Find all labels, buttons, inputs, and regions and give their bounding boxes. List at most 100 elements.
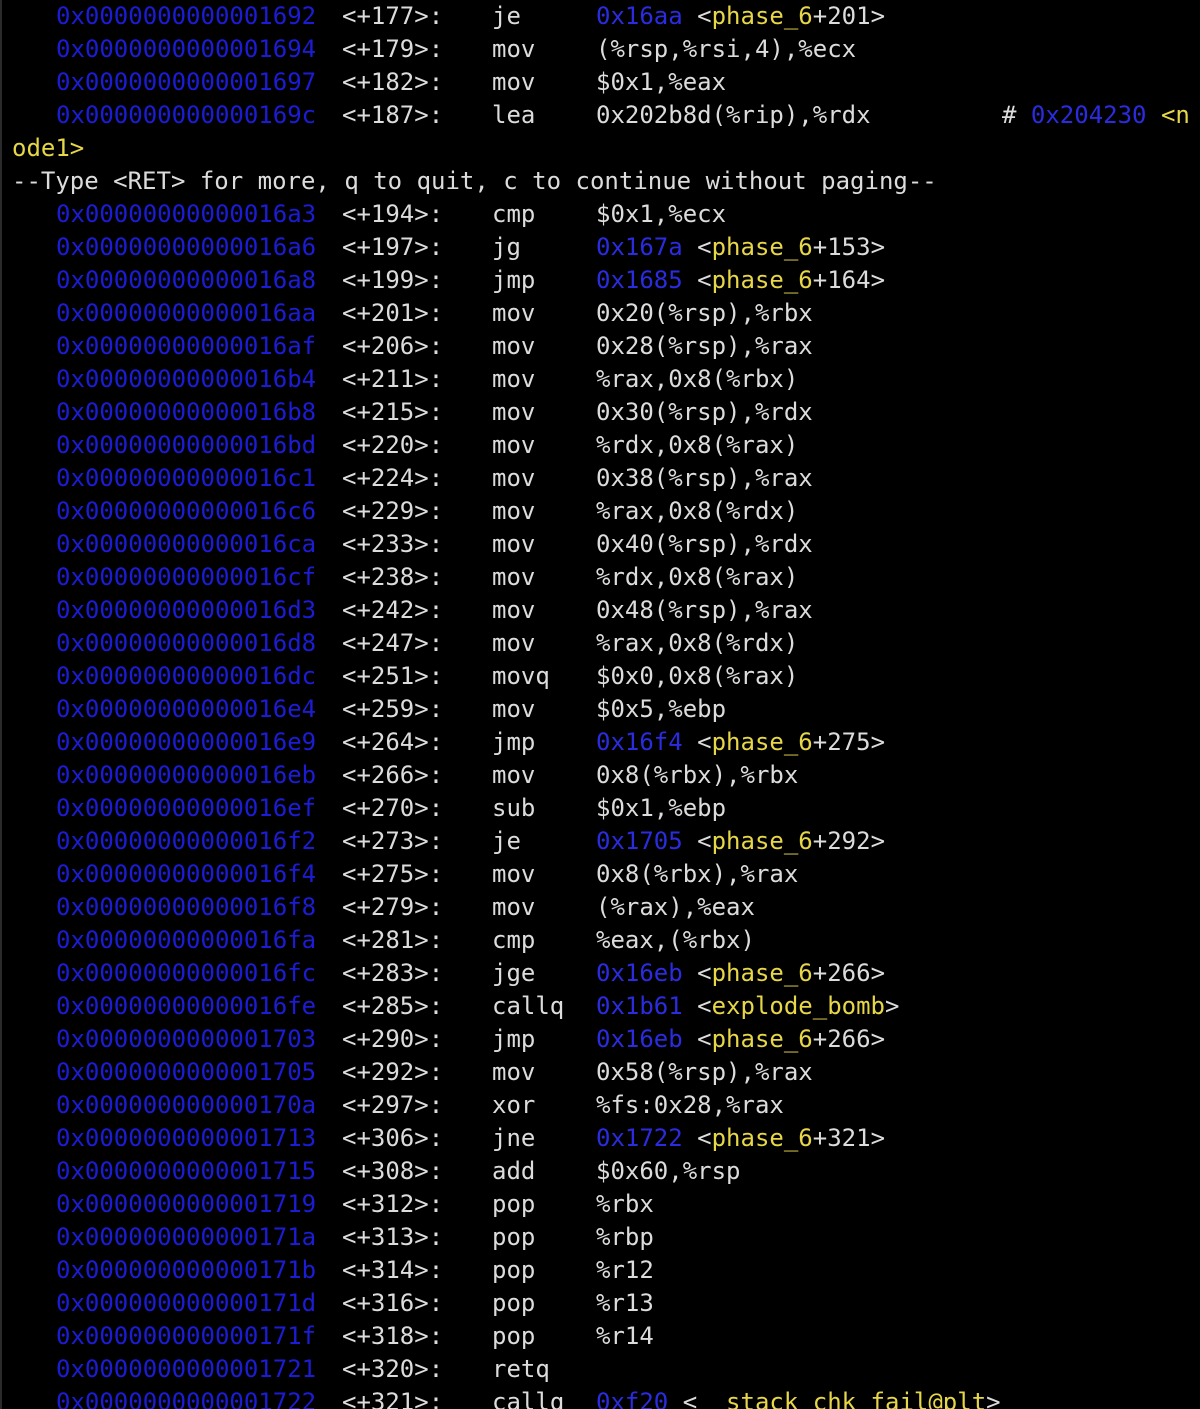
instruction-offset: <+266>: [342,761,444,789]
target-symbol-offset: +292> [812,827,886,855]
instruction-mnemonic: pop [492,1289,536,1317]
instruction-address: 0x000000000000171d [56,1289,317,1317]
instruction-offset: <+251>: [342,662,444,690]
instruction-offset: <+308>: [342,1157,444,1185]
instruction-mnemonic: mov [492,68,536,96]
instruction-address: 0x0000000000001697 [56,68,317,96]
instruction-mnemonic: jmp [492,1025,536,1053]
instruction-mnemonic: mov [492,35,536,63]
instruction-address: 0x00000000000016ca [56,530,317,558]
instruction-offset: <+220>: [342,431,444,459]
instruction-address: 0x00000000000016e4 [56,695,317,723]
target-symbol-offset: +266> [812,959,886,987]
instruction-operands: (%rsp,%rsi,4),%ecx [596,35,857,63]
instruction-mnemonic: mov [492,860,536,888]
instruction-offset: <+211>: [342,365,444,393]
instruction-offset: <+247>: [342,629,444,657]
instruction-offset: <+316>: [342,1289,444,1317]
target-symbol-offset: +275> [812,728,886,756]
instruction-address: 0x00000000000016c1 [56,464,317,492]
instruction-address: 0x00000000000016eb [56,761,317,789]
instruction-address: 0x0000000000001705 [56,1058,317,1086]
instruction-offset: <+321>: [342,1388,444,1409]
instruction-address: 0x0000000000001694 [56,35,317,63]
instruction-operands: %rbp [596,1223,654,1251]
target-symbol: phase_6 [711,959,813,987]
instruction-address: 0x00000000000016b4 [56,365,317,393]
instruction-offset: <+314>: [342,1256,444,1284]
instruction-operands: %rbx [596,1190,654,1218]
instruction-address: 0x00000000000016a8 [56,266,317,294]
instruction-operands: 0x8(%rbx),%rax [596,860,799,888]
instruction-offset: <+201>: [342,299,444,327]
instruction-offset: <+259>: [342,695,444,723]
instruction-operands: %rax,0x8(%rdx) [596,629,799,657]
instruction-address: 0x00000000000016f8 [56,893,317,921]
instruction-address: 0x000000000000169c [56,101,317,129]
target-symbol: phase_6 [711,1124,813,1152]
instruction-mnemonic: jg [492,233,521,261]
instruction-mnemonic: mov [492,464,536,492]
instruction-operands: 0x38(%rsp),%rax [596,464,813,492]
instruction-mnemonic: mov [492,596,536,624]
target-symbol-offset: +266> [812,1025,886,1053]
instruction-address: 0x000000000000171b [56,1256,317,1284]
jump-target: 0x1685 <phase_6+164> [596,266,886,294]
instruction-mnemonic: mov [492,1058,536,1086]
instruction-mnemonic: jge [492,959,536,987]
instruction-offset: <+177>: [342,2,444,30]
instruction-address: 0x00000000000016f2 [56,827,317,855]
instruction-operands: $0x1,%ecx [596,200,727,228]
instruction-operands: %rdx,0x8(%rax) [596,563,799,591]
instruction-offset: <+179>: [342,35,444,63]
instruction-mnemonic: mov [492,530,536,558]
instruction-mnemonic: pop [492,1190,536,1218]
instruction-mnemonic: lea [492,101,536,129]
instruction-mnemonic: jmp [492,728,536,756]
instruction-offset: <+273>: [342,827,444,855]
instruction-mnemonic: xor [492,1091,536,1119]
instruction-mnemonic: mov [492,365,536,393]
instruction-operands: 0x28(%rsp),%rax [596,332,813,360]
instruction-offset: <+306>: [342,1124,444,1152]
instruction-mnemonic: sub [492,794,536,822]
instruction-mnemonic: jmp [492,266,536,294]
instruction-mnemonic: pop [492,1322,536,1350]
target-address: 0x1705 [596,827,683,855]
instruction-address: 0x0000000000001722 [56,1388,317,1409]
pager-prompt: --Type <RET> for more, q to quit, c to c… [12,167,937,195]
jump-target: 0x1705 <phase_6+292> [596,827,886,855]
instruction-offset: <+194>: [342,200,444,228]
instruction-operands: 0x20(%rsp),%rbx [596,299,813,327]
instruction-mnemonic: cmp [492,926,536,954]
comment-address: 0x204230 [1030,101,1147,129]
instruction-mnemonic: mov [492,893,536,921]
instruction-address: 0x00000000000016fc [56,959,317,987]
instruction-mnemonic: cmp [492,200,536,228]
instruction-address: 0x0000000000001715 [56,1157,317,1185]
instruction-offset: <+224>: [342,464,444,492]
terminal-output[interactable]: 0x0000000000001692 <+177>: je 0x16aa <phase… [0,0,1200,1409]
target-address: 0x167a [596,233,683,261]
instruction-operands: 0x40(%rsp),%rdx [596,530,813,558]
target-symbol-offset: > [885,992,900,1020]
jump-target: 0x16eb <phase_6+266> [596,1025,886,1053]
instruction-mnemonic: mov [492,761,536,789]
instruction-mnemonic: mov [492,299,536,327]
target-symbol: phase_6 [711,728,813,756]
instruction-operands: $0x60,%rsp [596,1157,741,1185]
instruction-comment: # 0x204230 <n [1002,99,1190,132]
instruction-offset: <+313>: [342,1223,444,1251]
instruction-operands: $0x1,%ebp [596,794,727,822]
instruction-mnemonic: pop [492,1256,536,1284]
jump-target: 0x16f4 <phase_6+275> [596,728,886,756]
instruction-address: 0x0000000000001713 [56,1124,317,1152]
comment-symbol: <n [1160,101,1190,129]
instruction-mnemonic: retq [492,1355,550,1383]
target-address: 0x1b61 [596,992,683,1020]
target-symbol: phase_6 [711,233,813,261]
instruction-offset: <+264>: [342,728,444,756]
instruction-offset: <+283>: [342,959,444,987]
instruction-operands: $0x1,%eax [596,68,727,96]
instruction-mnemonic: je [492,2,521,30]
